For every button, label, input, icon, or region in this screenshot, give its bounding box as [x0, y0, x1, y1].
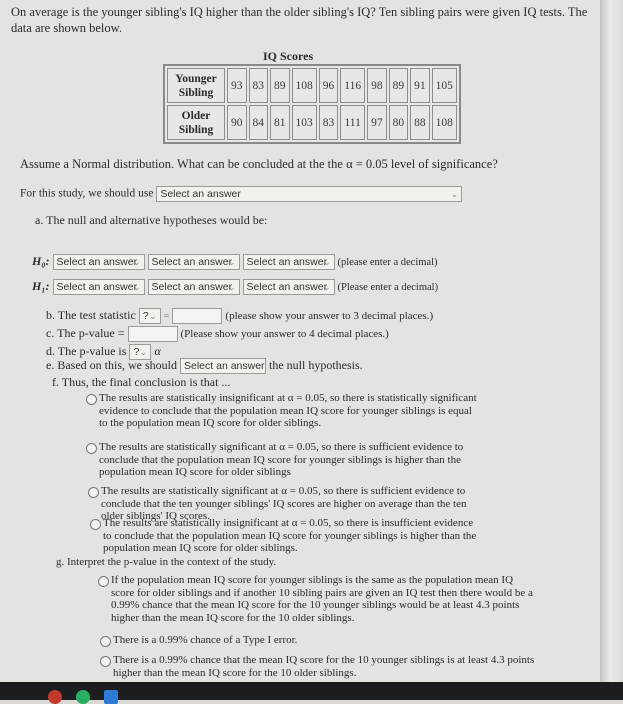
table-cell: 97 — [367, 105, 387, 140]
h0-value-select[interactable]: Select an answer ⌄ — [242, 254, 335, 271]
h1-note: (Please enter a decimal) — [337, 282, 439, 293]
chevron-down-icon: ⌄ — [227, 282, 236, 293]
chevron-down-icon: ⌄ — [149, 311, 157, 322]
table-title: IQ Scores — [263, 49, 314, 63]
study-row: For this study, we should use Select an … — [20, 186, 463, 202]
part-g-label: g. Interpret the p-value in the context … — [56, 556, 277, 568]
part-d-label: d. The p-value is — [46, 344, 127, 358]
table-cell: 93 — [227, 68, 247, 103]
part-c-note: (Please show your answer to 4 decimal pl… — [180, 328, 389, 340]
radio-button[interactable] — [100, 656, 111, 667]
iq-scores-table: Younger Sibling 93 83 89 108 96 116 98 89… — [163, 64, 461, 144]
table-cell: 96 — [318, 68, 339, 103]
table-cell: 108 — [291, 68, 317, 103]
part-c-row: c. The p-value = (Please show your answe… — [46, 326, 389, 343]
table-cell: 81 — [270, 105, 290, 140]
chevron-down-icon: ⌄ — [132, 257, 141, 268]
table-cell: 98 — [367, 68, 387, 103]
radio-button[interactable] — [86, 394, 97, 405]
part-e-row: e. Based on this, we should Select an an… — [46, 358, 363, 375]
radio-button[interactable] — [88, 487, 99, 498]
taskbar-app-icon[interactable] — [48, 690, 62, 704]
part-b-row: b. The test statistic ? ⌄ = (please show … — [46, 308, 434, 325]
part-b-note: (please show your answer to 3 decimal pl… — [225, 310, 434, 322]
taskbar-app-icon[interactable] — [76, 690, 90, 704]
taskbar — [0, 682, 623, 704]
radio-button[interactable] — [86, 443, 97, 454]
chevron-down-icon: ⌄ — [450, 189, 459, 199]
interpretation-option[interactable]: There is a 0.99% chance of a Type I erro… — [100, 634, 540, 647]
part-e-suffix: the null hypothesis. — [269, 358, 363, 372]
table-cell: 105 — [431, 68, 457, 103]
table-cell: 80 — [388, 105, 409, 140]
h1-operator-select[interactable]: Select an answer ⌄ — [147, 279, 240, 296]
h0-parameter-select[interactable]: Select an answer ⌄ — [52, 254, 145, 271]
assume-text: Assume a Normal distribution. What can b… — [20, 157, 498, 171]
conclusion-option[interactable]: The results are statistically significan… — [86, 441, 486, 479]
study-label: For this study, we should use — [20, 187, 154, 200]
conclusion-option[interactable]: The results are statistically insignific… — [90, 517, 490, 555]
decision-select[interactable]: Select an answer ⌄ — [180, 358, 266, 375]
table-cell: 90 — [227, 105, 247, 140]
test-statistic-input[interactable] — [172, 308, 223, 325]
part-b-label: b. The test statistic — [46, 308, 136, 322]
part-f-label: f. Thus, the final conclusion is that ..… — [52, 375, 231, 389]
study-type-select[interactable]: Select an answer ⌄ — [156, 186, 463, 202]
chevron-down-icon: ⌄ — [227, 257, 236, 268]
table-cell: 108 — [431, 105, 457, 140]
part-c-label: c. The p-value = — [46, 326, 125, 340]
window-edge — [602, 0, 623, 682]
table-cell: 83 — [248, 68, 268, 103]
h1-row: H₁: Select an answer ⌄ Select an answer ⌄ … — [32, 279, 439, 296]
radio-button[interactable] — [100, 636, 111, 647]
taskbar-app-icon[interactable] — [104, 690, 118, 704]
chevron-down-icon: ⌄ — [322, 282, 331, 293]
row-header-older: Older Sibling — [167, 105, 225, 140]
radio-button[interactable] — [98, 576, 109, 587]
table-cell: 89 — [270, 68, 290, 103]
table-cell: 84 — [248, 105, 268, 140]
interpretation-option[interactable]: There is a 0.99% chance that the mean IQ… — [100, 654, 540, 679]
question-page: On average is the younger sibling's IQ h… — [0, 0, 602, 682]
h0-note: (please enter a decimal) — [337, 257, 438, 268]
equals-sign: = — [163, 311, 170, 322]
table-cell: 111 — [340, 105, 366, 140]
alpha-symbol: α — [154, 344, 161, 358]
table-row: Younger Sibling 93 83 89 108 96 116 98 89… — [167, 68, 457, 103]
table-cell: 116 — [340, 68, 366, 103]
table-cell: 89 — [388, 68, 409, 103]
interpretation-option[interactable]: If the population mean IQ score for youn… — [98, 574, 538, 624]
chevron-down-icon: ⌄ — [254, 361, 262, 372]
h0-symbol: H₀: — [32, 254, 50, 268]
h1-symbol: H₁: — [32, 279, 50, 293]
h0-operator-select[interactable]: Select an answer ⌄ — [147, 254, 240, 271]
h1-value-select[interactable]: Select an answer ⌄ — [242, 279, 335, 296]
table-cell: 91 — [410, 68, 430, 103]
radio-button[interactable] — [90, 519, 101, 530]
question-intro: On average is the younger sibling's IQ h… — [11, 5, 588, 35]
chevron-down-icon: ⌄ — [132, 282, 141, 293]
test-statistic-select[interactable]: ? ⌄ — [138, 308, 161, 325]
h1-parameter-select[interactable]: Select an answer ⌄ — [52, 279, 145, 296]
table-cell: 83 — [318, 105, 339, 140]
table-cell: 88 — [410, 105, 430, 140]
part-e-label: e. Based on this, we should — [46, 358, 177, 372]
row-header-younger: Younger Sibling — [167, 68, 225, 103]
conclusion-option[interactable]: The results are statistically insignific… — [86, 392, 486, 430]
table-cell: 103 — [291, 105, 317, 140]
part-a-label: a. The null and alternative hypotheses w… — [35, 213, 268, 227]
p-value-input[interactable] — [127, 326, 178, 343]
chevron-down-icon: ⌄ — [322, 257, 331, 268]
table-row: Older Sibling 90 84 81 103 83 111 97 80 8… — [167, 105, 457, 140]
h0-row: H₀: Select an answer ⌄ Select an answer ⌄ … — [32, 254, 438, 271]
